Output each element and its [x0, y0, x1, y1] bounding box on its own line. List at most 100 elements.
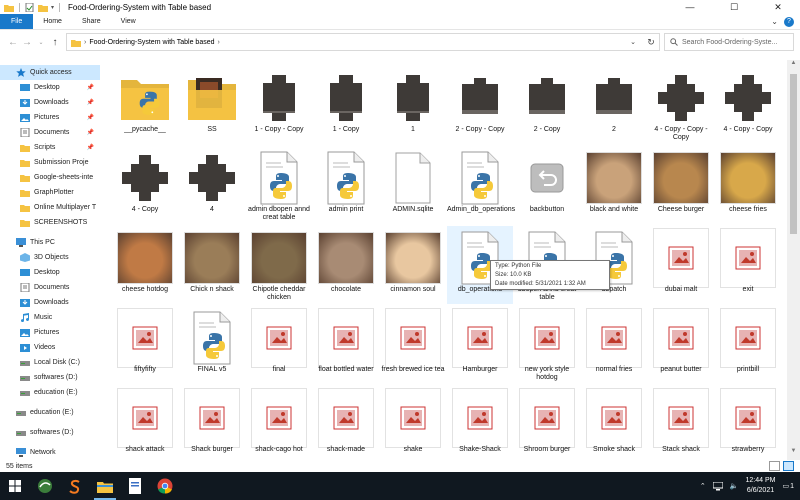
taskbar-app-document[interactable] — [120, 472, 150, 500]
file-item[interactable]: shack-made — [313, 386, 379, 460]
minimize-button[interactable]: — — [668, 0, 712, 14]
file-item[interactable]: Admin_db_operations — [447, 146, 515, 224]
file-item[interactable]: shake — [380, 386, 446, 460]
nav-item[interactable]: Music — [0, 310, 100, 325]
file-item[interactable]: final — [246, 306, 312, 384]
breadcrumb-chevron-icon[interactable]: › — [84, 39, 86, 46]
taskbar-file-explorer[interactable] — [90, 472, 120, 500]
file-item[interactable]: strawberry — [715, 386, 781, 460]
nav-item[interactable]: Quick access — [0, 65, 100, 80]
file-item[interactable]: 2 - Copy - Copy — [447, 66, 513, 144]
file-item[interactable]: normal fries — [581, 306, 647, 384]
breadcrumb-chevron-icon[interactable]: › — [218, 39, 220, 46]
nav-item[interactable]: SCREENSHOTS — [0, 215, 100, 230]
file-item[interactable]: Chipotle cheddar chicken — [246, 226, 312, 304]
notification-icon[interactable]: ▭ 1 — [782, 482, 794, 491]
nav-item[interactable]: Pictures 📌 — [0, 110, 100, 125]
up-arrow-icon[interactable]: ↑ — [48, 37, 62, 48]
nav-item[interactable]: 3D Objects — [0, 250, 100, 265]
customize-toolbar-icon[interactable]: ▾ — [51, 4, 54, 11]
large-icons-view-icon[interactable] — [783, 461, 794, 471]
file-item[interactable]: printbill — [715, 306, 781, 384]
folder-icon[interactable] — [4, 3, 14, 12]
taskbar-chrome[interactable] — [150, 472, 180, 500]
file-item[interactable]: Shroom burger — [514, 386, 580, 460]
taskbar-app-green[interactable] — [30, 472, 60, 500]
nav-item[interactable]: Google-sheets-inte — [0, 170, 100, 185]
nav-item[interactable]: Downloads — [0, 295, 100, 310]
clock[interactable]: 12:44 PM 6/6/2021 — [746, 476, 776, 496]
maximize-button[interactable]: ☐ — [712, 0, 756, 14]
nav-item[interactable]: education (E:) — [0, 385, 100, 400]
new-folder-icon[interactable] — [38, 3, 48, 12]
file-item[interactable]: chocolate — [313, 226, 379, 304]
file-item[interactable]: 1 — [380, 66, 446, 144]
file-item[interactable]: 1 - Copy — [313, 66, 379, 144]
expand-ribbon-icon[interactable]: ⌄ — [771, 17, 778, 26]
file-item[interactable]: 2 - Copy — [514, 66, 580, 144]
scrollbar-thumb[interactable] — [790, 74, 797, 234]
file-item[interactable]: dubai malt — [648, 226, 714, 304]
nav-item[interactable]: Desktop — [0, 265, 100, 280]
details-view-icon[interactable] — [769, 461, 780, 471]
file-item[interactable]: FINAL v5 — [179, 306, 245, 384]
file-item[interactable]: admin dbopen annd creat table — [246, 146, 312, 224]
nav-item[interactable]: softwares (D:) — [0, 425, 100, 440]
file-item[interactable]: fresh brewed ice tea — [380, 306, 446, 384]
tab-home[interactable]: Home — [33, 14, 72, 29]
file-item[interactable]: float bottled water — [313, 306, 379, 384]
nav-item[interactable]: Pictures — [0, 325, 100, 340]
nav-item[interactable]: Scripts 📌 — [0, 140, 100, 155]
nav-item[interactable]: Downloads 📌 — [0, 95, 100, 110]
scroll-down-icon[interactable]: ▼ — [787, 448, 800, 460]
file-item[interactable]: backbutton — [514, 146, 580, 224]
file-item[interactable]: Cheese burger — [648, 146, 714, 224]
nav-item[interactable]: Documents 📌 — [0, 125, 100, 140]
nav-item[interactable]: softwares (D:) — [0, 370, 100, 385]
file-item[interactable]: Shake-Shack — [447, 386, 513, 460]
file-item[interactable]: ADMIN.sqlite — [380, 146, 446, 224]
network-icon[interactable] — [712, 481, 723, 491]
file-item[interactable]: cheese fries — [715, 146, 781, 224]
file-item[interactable]: Smoke shack — [581, 386, 647, 460]
back-arrow-icon[interactable]: ← — [6, 37, 20, 48]
nav-item[interactable]: education (E:) — [0, 405, 100, 420]
volume-icon[interactable]: 🔈 — [730, 482, 739, 490]
tab-file[interactable]: File — [0, 14, 34, 29]
taskbar-app-orange[interactable] — [60, 472, 90, 500]
scroll-up-icon[interactable]: ▲ — [787, 60, 800, 72]
search-box[interactable]: Search Food-Ordering-Syste... — [664, 33, 794, 51]
file-item[interactable]: fiftyfifty — [112, 306, 178, 384]
nav-item[interactable]: Desktop 📌 — [0, 80, 100, 95]
show-hidden-icons[interactable]: ⌃ — [700, 482, 706, 490]
file-item[interactable]: Chick n shack — [179, 226, 245, 304]
file-item[interactable]: cinnamon soul — [380, 226, 446, 304]
file-item[interactable]: Shack burger — [179, 386, 245, 460]
help-icon[interactable]: ? — [784, 16, 794, 27]
file-item[interactable]: SS — [179, 66, 245, 144]
breadcrumb-current[interactable]: Food-Ordering-System with Table based — [89, 39, 214, 46]
nav-item[interactable]: Documents — [0, 280, 100, 295]
file-item[interactable]: 4 - Copy - Copy — [715, 66, 781, 144]
nav-item[interactable]: Online Multiplayer T — [0, 200, 100, 215]
address-bar[interactable]: › Food-Ordering-System with Table based … — [66, 33, 660, 51]
file-item[interactable]: 4 - Copy - Copy - Copy — [648, 66, 714, 144]
tab-view[interactable]: View — [111, 14, 146, 29]
tab-share[interactable]: Share — [72, 14, 111, 29]
nav-item[interactable]: This PC — [0, 235, 100, 250]
file-item[interactable]: 1 - Copy - Copy — [246, 66, 312, 144]
nav-item[interactable]: Submission Proje — [0, 155, 100, 170]
nav-item[interactable]: Local Disk (C:) — [0, 355, 100, 370]
vertical-scrollbar[interactable]: ▲ ▼ — [787, 60, 800, 460]
file-item[interactable]: __pycache__ — [112, 66, 178, 144]
file-item[interactable]: exit — [715, 226, 781, 304]
file-item[interactable]: new york style hotdog — [514, 306, 580, 384]
address-dropdown-icon[interactable]: ⌄ — [626, 33, 640, 51]
nav-item[interactable]: Videos — [0, 340, 100, 355]
file-item[interactable]: admin print — [313, 146, 379, 224]
file-item[interactable]: Hamburger — [447, 306, 513, 384]
file-item[interactable]: shack attack — [112, 386, 178, 460]
refresh-icon[interactable]: ↻ — [642, 33, 660, 51]
properties-icon[interactable] — [25, 2, 35, 12]
search-input[interactable]: Search Food-Ordering-Syste... — [682, 39, 777, 46]
